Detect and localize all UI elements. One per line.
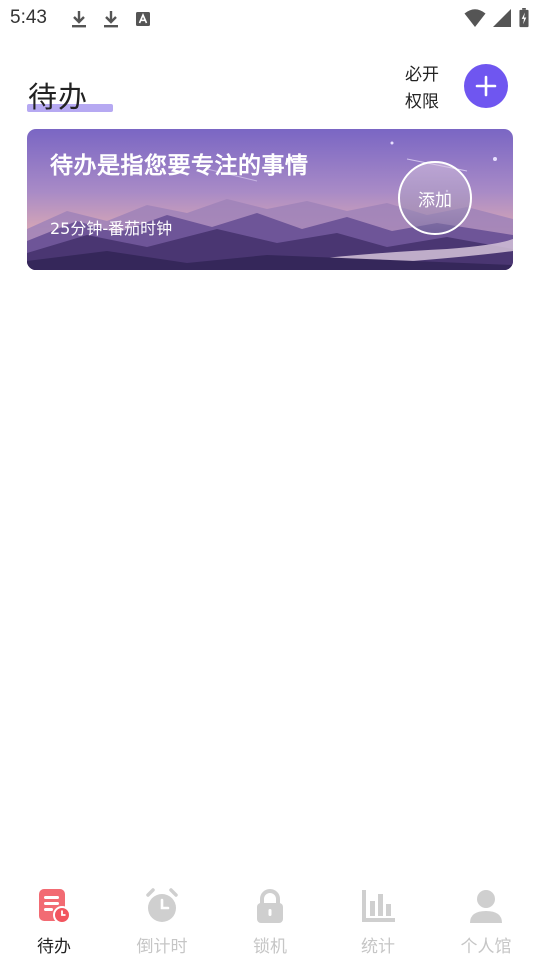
status-bar: 5:43 [0, 0, 540, 38]
plus-icon [475, 75, 497, 97]
todo-screen: 5:43 待办 必开 权限 待办是指您要专注的事情 25分钟-番茄时钟 添加 待… [0, 0, 540, 960]
nav-tab-todo[interactable]: 待办 [0, 880, 108, 960]
permission-line2: 权限 [405, 92, 439, 112]
bottom-navigation: 待办 倒计时 锁机 统计 个人馆 [0, 880, 540, 960]
permission-line1: 必开 [405, 65, 439, 85]
text-a-icon [136, 12, 150, 26]
download-icon [72, 11, 86, 28]
banner-subtitle: 25分钟-番茄时钟 [50, 219, 173, 238]
nav-tab-stats[interactable]: 统计 [324, 880, 432, 960]
wifi-icon [464, 9, 486, 27]
bar-chart-icon [358, 886, 398, 926]
person-icon [466, 886, 506, 926]
battery-charging-icon [519, 8, 529, 28]
nav-label-profile: 个人馆 [460, 937, 512, 957]
page-header: 待办 必开 权限 [0, 56, 540, 116]
status-notification-icons [68, 8, 154, 30]
download-icon [104, 11, 118, 28]
nav-label-stats: 统计 [361, 937, 395, 957]
page-title: 待办 [28, 82, 89, 114]
todo-list-icon [34, 886, 74, 926]
nav-label-lock: 锁机 [253, 937, 287, 957]
status-system-icons [464, 8, 530, 28]
banner-title: 待办是指您要专注的事情 [50, 153, 309, 179]
banner-add-button[interactable]: 添加 [398, 161, 472, 235]
intro-banner: 待办是指您要专注的事情 25分钟-番茄时钟 添加 [27, 129, 513, 270]
nav-tab-countdown[interactable]: 倒计时 [108, 880, 216, 960]
permission-link[interactable]: 必开 权限 [405, 62, 449, 116]
status-time: 5:43 [10, 7, 47, 28]
nav-tab-profile[interactable]: 个人馆 [432, 880, 540, 960]
banner-add-label: 添加 [418, 190, 452, 211]
alarm-clock-icon [142, 886, 182, 926]
cell-signal-icon [493, 9, 511, 27]
nav-label-countdown: 倒计时 [136, 937, 188, 957]
nav-tab-lock[interactable]: 锁机 [216, 880, 324, 960]
lock-icon [250, 886, 290, 926]
nav-label-todo: 待办 [37, 937, 71, 957]
add-todo-button[interactable] [464, 64, 508, 108]
